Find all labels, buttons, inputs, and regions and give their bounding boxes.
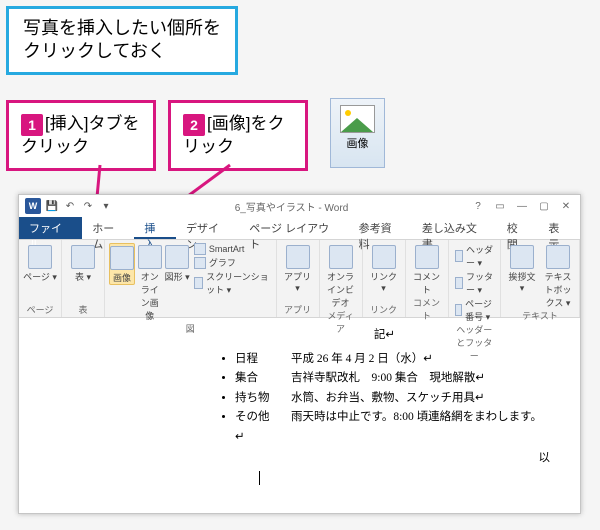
tab-view[interactable]: 表示 xyxy=(538,217,580,239)
picture-button[interactable]: 画像 xyxy=(109,243,135,285)
close-icon[interactable]: ✕ xyxy=(558,201,574,212)
apps-button[interactable]: アプリ ▾ xyxy=(281,243,315,294)
table-button[interactable]: 表 ▾ xyxy=(66,243,100,283)
step-1-box: 1[挿入]タブをクリック xyxy=(6,100,156,171)
header-icon xyxy=(455,250,464,262)
page-number-button[interactable]: ページ番号 ▾ xyxy=(453,297,496,323)
group-comments: コメント コメント xyxy=(406,240,449,317)
header-button[interactable]: ヘッダー ▾ xyxy=(453,243,496,269)
minimize-icon[interactable]: — xyxy=(514,201,530,212)
page-break-icon xyxy=(28,245,52,269)
online-video-button[interactable]: オンラインビデオ xyxy=(324,243,358,309)
help-icon[interactable]: ? xyxy=(470,201,486,212)
link-icon xyxy=(372,245,396,269)
doc-closing: 以 xyxy=(219,449,550,469)
tab-design[interactable]: デザイン xyxy=(176,217,239,239)
title-bar: W 💾 ↶ ↷ ▾ 6_写真やイラスト - Word ? ▭ — ▢ ✕ xyxy=(19,195,580,217)
instruction-box: 写真を挿入したい個所を クリックしておく xyxy=(6,6,238,75)
list-item: その他雨天時は中止です。8:00 頃連絡網をまわします。↵ xyxy=(235,408,550,447)
picture-button-preview: 画像 xyxy=(330,98,385,168)
step-1-badge: 1 xyxy=(21,114,43,136)
picture-icon xyxy=(110,246,134,270)
group-media-label: メディア xyxy=(324,309,358,335)
group-comments-label: コメント xyxy=(410,296,444,322)
maximize-icon[interactable]: ▢ xyxy=(536,201,552,212)
group-header-footer: ヘッダー ▾ フッター ▾ ページ番号 ▾ ヘッダーとフッター xyxy=(449,240,501,317)
save-icon[interactable]: 💾 xyxy=(45,199,59,213)
step-1-command: [挿入] xyxy=(45,114,88,133)
group-media: オンラインビデオ メディア xyxy=(320,240,363,317)
tab-file[interactable]: ファイル xyxy=(19,217,82,239)
screenshot-icon xyxy=(194,277,203,289)
picture-button-label: 画像 xyxy=(331,135,384,151)
tab-insert[interactable]: 挿入 xyxy=(134,217,176,239)
smartart-button[interactable]: SmartArt xyxy=(192,243,272,255)
tab-page-layout[interactable]: ページ レイアウト xyxy=(239,217,348,239)
text-cursor xyxy=(259,471,260,485)
tab-home[interactable]: ホーム xyxy=(82,217,134,239)
video-icon xyxy=(329,245,353,269)
page-number-icon xyxy=(455,304,463,316)
shapes-icon xyxy=(165,245,189,269)
textbox-icon xyxy=(546,245,570,269)
tab-references[interactable]: 参考資料 xyxy=(349,217,412,239)
qat-menu-icon[interactable]: ▾ xyxy=(99,199,113,213)
ribbon-display-icon[interactable]: ▭ xyxy=(492,201,508,212)
document-title: 6_写真やイラスト - Word xyxy=(113,199,470,214)
group-tables: 表 ▾ 表 xyxy=(62,240,105,317)
shapes-button[interactable]: 図形 ▾ xyxy=(164,243,189,283)
redo-icon[interactable]: ↷ xyxy=(81,199,95,213)
list-item: 持ち物水筒、お弁当、敷物、スケッチ用具↵ xyxy=(235,389,550,409)
group-tables-label: 表 xyxy=(78,303,87,316)
group-text: 挨拶文 ▾ テキストボックス ▾ テキスト xyxy=(501,240,580,317)
undo-icon[interactable]: ↶ xyxy=(63,199,77,213)
ribbon-tabs: ファイル ホーム 挿入 デザイン ページ レイアウト 参考資料 差し込み文書 校… xyxy=(19,217,580,240)
online-picture-button[interactable]: オンライン画像 xyxy=(137,243,162,322)
ribbon-insert: ページ ▾ ページ 表 ▾ 表 画像 オンライン画像 図形 ▾ SmartArt… xyxy=(19,240,580,318)
doc-heading: 記↵ xyxy=(219,326,550,346)
tab-mailings[interactable]: 差し込み文書 xyxy=(412,217,497,239)
textbox-button[interactable]: テキストボックス ▾ xyxy=(541,243,575,309)
picture-icon xyxy=(340,105,375,133)
word-window: W 💾 ↶ ↷ ▾ 6_写真やイラスト - Word ? ▭ — ▢ ✕ ファイ… xyxy=(18,194,581,514)
group-hf-label: ヘッダーとフッター xyxy=(453,323,496,362)
quick-access-toolbar: W 💾 ↶ ↷ ▾ xyxy=(19,198,113,214)
group-apps-label: アプリ xyxy=(284,303,311,316)
screenshot-button[interactable]: スクリーンショット ▾ xyxy=(192,270,272,296)
group-pages: ページ ▾ ページ xyxy=(19,240,62,317)
group-text-label: テキスト xyxy=(522,309,558,322)
instruction-text: 写真を挿入したい個所を クリックしておく xyxy=(23,18,221,61)
smartart-icon xyxy=(194,243,206,255)
links-button[interactable]: リンク ▾ xyxy=(367,243,401,294)
docparts-icon xyxy=(510,245,534,269)
chart-icon xyxy=(194,257,206,269)
chart-button[interactable]: グラフ xyxy=(192,256,272,269)
step-2-badge: 2 xyxy=(183,114,205,136)
group-pages-label: ページ xyxy=(27,303,54,316)
word-app-icon: W xyxy=(25,198,41,214)
group-illustrations: 画像 オンライン画像 図形 ▾ SmartArt グラフ スクリーンショット ▾… xyxy=(105,240,277,317)
table-icon xyxy=(71,245,95,269)
step-2-command: [画像] xyxy=(207,114,250,133)
footer-icon xyxy=(455,277,464,289)
footer-button[interactable]: フッター ▾ xyxy=(453,270,496,296)
online-picture-icon xyxy=(138,245,162,269)
doc-list: 日程平成 26 年 4 月 2 日（水）↵ 集合吉祥寺駅改札 9:00 集合 現… xyxy=(219,350,550,448)
tab-review[interactable]: 校閲 xyxy=(497,217,539,239)
group-apps: アプリ ▾ アプリ xyxy=(277,240,320,317)
docparts-button[interactable]: 挨拶文 ▾ xyxy=(505,243,539,294)
group-illustrations-label: 図 xyxy=(186,322,195,335)
apps-icon xyxy=(286,245,310,269)
step-2-box: 2[画像]をクリック xyxy=(168,100,308,171)
pages-button[interactable]: ページ ▾ xyxy=(23,243,57,283)
list-item: 日程平成 26 年 4 月 2 日（水）↵ xyxy=(235,350,550,370)
list-item: 集合吉祥寺駅改札 9:00 集合 現地解散↵ xyxy=(235,369,550,389)
group-links: リンク ▾ リンク xyxy=(363,240,406,317)
comment-button[interactable]: コメント xyxy=(410,243,444,296)
group-links-label: リンク xyxy=(370,303,397,316)
comment-icon xyxy=(415,245,439,269)
